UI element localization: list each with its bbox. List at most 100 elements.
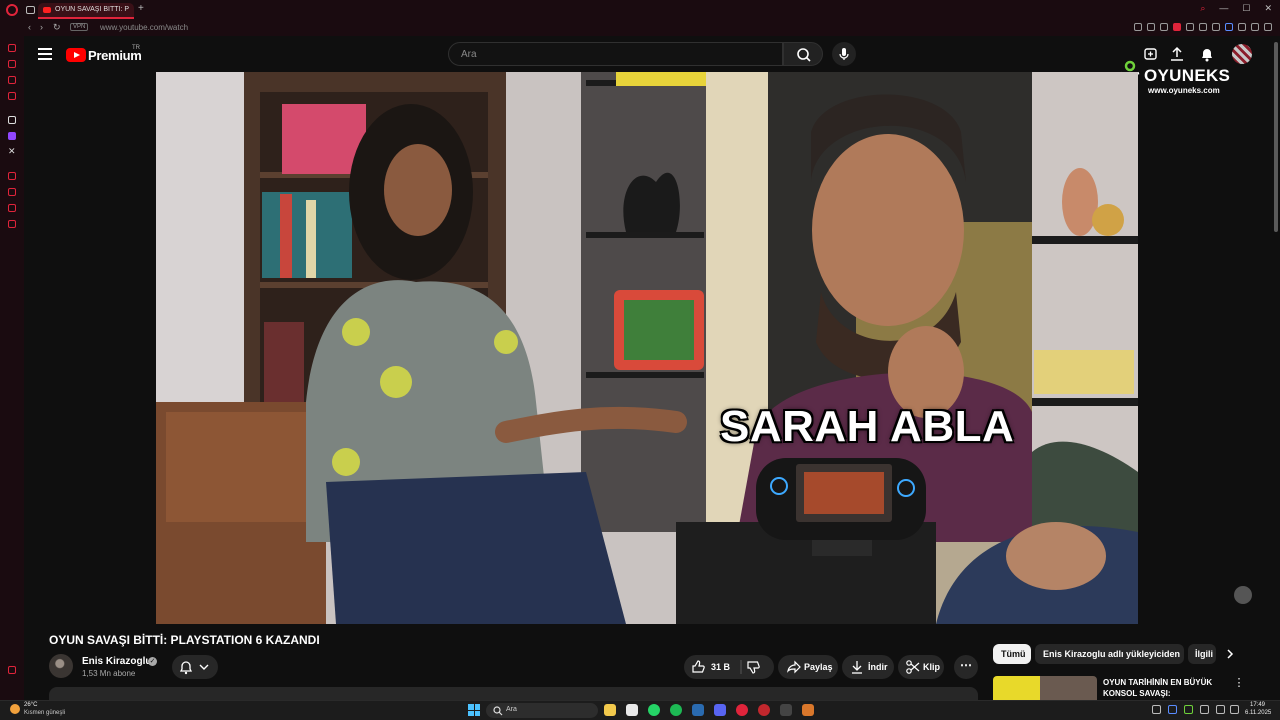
file-explorer-icon[interactable]	[604, 704, 616, 716]
opera-logo-icon[interactable]	[6, 4, 18, 16]
game-app-icon[interactable]	[802, 704, 814, 716]
clock-date[interactable]: 6.11.2025	[1245, 710, 1271, 716]
forward-icon[interactable]: ›	[40, 22, 43, 32]
taskbar-search-label: Ara	[506, 706, 517, 713]
discord-icon[interactable]	[714, 704, 726, 716]
youtube-favicon-icon	[43, 7, 51, 13]
chip-related[interactable]: İlgili	[1188, 644, 1216, 664]
tray-mic-icon[interactable]	[1200, 705, 1209, 714]
tray-app-icon[interactable]	[1184, 705, 1193, 714]
heart-icon[interactable]	[1212, 23, 1220, 31]
chevron-right-icon	[1227, 649, 1234, 659]
download-icon	[852, 661, 862, 674]
adblock-icon[interactable]	[1173, 23, 1181, 31]
recommended-thumbnail[interactable]	[993, 676, 1097, 700]
whatsapp-icon[interactable]	[648, 704, 660, 716]
taskbar-search[interactable]: Ara	[486, 703, 598, 718]
reload-icon[interactable]: ↻	[53, 22, 61, 33]
scrollbar-thumb[interactable]	[1274, 42, 1278, 232]
window-controls: ⌕ — ☐ ✕	[1200, 3, 1272, 14]
description-box[interactable]	[49, 687, 978, 700]
opera-taskbar-icon[interactable]	[758, 704, 770, 716]
region-code: TR	[132, 45, 140, 51]
video-caption: SARAH ABLA	[720, 402, 1015, 451]
extensions-icon[interactable]	[1238, 23, 1246, 31]
sidebar-messenger-icon[interactable]	[8, 60, 16, 68]
page-scrollbar[interactable]	[1272, 36, 1280, 700]
opera-gx-icon[interactable]	[736, 704, 748, 716]
back-icon[interactable]: ‹	[28, 22, 31, 32]
watermark-name: OYUNEKS	[1144, 66, 1231, 85]
clip-button[interactable]: Klip	[898, 655, 944, 679]
hamburger-menu-icon[interactable]	[38, 48, 52, 60]
tab-search-icon[interactable]: ⌕	[1200, 3, 1205, 14]
download-button[interactable]: İndir	[842, 655, 894, 679]
sidebar-settings-icon[interactable]	[8, 220, 16, 228]
url-field[interactable]: www.youtube.com/watch	[100, 23, 188, 32]
search-button[interactable]	[783, 42, 823, 66]
minimize-button[interactable]: —	[1219, 3, 1228, 14]
sidebar-bookmarks-icon[interactable]	[8, 204, 16, 212]
tray-volume-icon[interactable]	[1230, 705, 1239, 714]
channel-watermark-avatar[interactable]	[1234, 586, 1252, 604]
chip-all[interactable]: Tümü	[993, 644, 1031, 664]
maximize-button[interactable]: ☐	[1242, 3, 1250, 14]
player-icon[interactable]	[1186, 23, 1194, 31]
more-actions-button[interactable]: ⋯	[954, 655, 978, 679]
download-icon[interactable]	[1251, 23, 1259, 31]
channel-avatar[interactable]	[49, 654, 73, 678]
tray-bluetooth-icon[interactable]	[1168, 705, 1177, 714]
taskbar: 26°C Kısmen güneşli Ara 17:49 6.11.2025	[0, 700, 1280, 720]
voice-search-button[interactable]	[832, 42, 856, 66]
recommended-title[interactable]: OYUN TARİHİNİN EN BÜYÜK KONSOL SAVAŞI:	[1103, 677, 1223, 699]
like-count[interactable]: 31 B	[711, 662, 730, 672]
video-player[interactable]: SARAH ABLA	[156, 72, 1138, 624]
subscription-bell-button[interactable]	[172, 655, 218, 679]
chip-from-uploader-label: Enis Kirazoglu adlı yükleyiciden	[1043, 649, 1181, 659]
store-icon[interactable]	[626, 704, 638, 716]
chip-all-label: Tümü	[1001, 649, 1026, 659]
search-input[interactable]	[449, 43, 782, 65]
youtube-logo-icon[interactable]	[66, 48, 86, 62]
weather-description[interactable]: Kısmen güneşli	[24, 710, 65, 716]
recommended-more-button[interactable]: ⋮	[1232, 676, 1246, 690]
sidebar-x-icon[interactable]: ✕	[8, 146, 16, 157]
sidebar-instagram-icon[interactable]	[8, 76, 16, 84]
sidebar-home-icon[interactable]	[8, 44, 16, 52]
search-icon	[797, 48, 811, 62]
weather-temperature[interactable]: 26°C	[24, 702, 37, 708]
easy-setup-icon[interactable]	[1264, 23, 1272, 31]
chip-from-uploader[interactable]: Enis Kirazoglu adlı yükleyiciden	[1035, 644, 1184, 664]
snapshot-icon[interactable]	[1160, 23, 1168, 31]
terminal-icon[interactable]	[780, 704, 792, 716]
zoom-icon[interactable]	[1134, 23, 1142, 31]
share-icon	[787, 660, 801, 674]
tab-islands-icon[interactable]	[26, 6, 35, 14]
sidebar-tiktok-icon[interactable]	[8, 116, 16, 124]
tray-display-icon[interactable]	[1216, 705, 1225, 714]
sidebar-clock-icon[interactable]	[8, 172, 16, 180]
clock-time[interactable]: 17:49	[1250, 702, 1265, 708]
chips-next-button[interactable]	[1220, 644, 1240, 664]
channel-name[interactable]: Enis Kirazoglu	[82, 656, 151, 667]
bookmark-icon[interactable]	[1199, 23, 1207, 31]
browser-tab-active[interactable]: OYUN SAVAŞI BİTTİ: PLAYSTATION 6 KAZANDI…	[38, 3, 134, 19]
weather-sun-icon[interactable]	[10, 704, 20, 714]
close-button[interactable]: ✕	[1264, 3, 1272, 14]
download-label: İndir	[868, 662, 888, 672]
vpn-badge[interactable]: VPN	[70, 23, 89, 31]
share-button[interactable]: Paylaş	[778, 655, 838, 679]
sidebar-more-icon[interactable]	[8, 666, 16, 674]
opera-sidebar: ✕	[0, 36, 24, 700]
bell-chevron-icon	[179, 661, 209, 675]
start-button[interactable]	[468, 704, 480, 716]
steam-icon[interactable]	[692, 704, 704, 716]
sidebar-twitch-icon[interactable]	[8, 132, 16, 140]
spotify-icon[interactable]	[670, 704, 682, 716]
sidebar-history-icon[interactable]	[8, 188, 16, 196]
tray-chevron-icon[interactable]	[1152, 705, 1161, 714]
pin-icon[interactable]	[1147, 23, 1155, 31]
aria-icon[interactable]	[1225, 23, 1233, 31]
new-tab-button[interactable]: +	[138, 3, 144, 14]
sidebar-music-icon[interactable]	[8, 92, 16, 100]
